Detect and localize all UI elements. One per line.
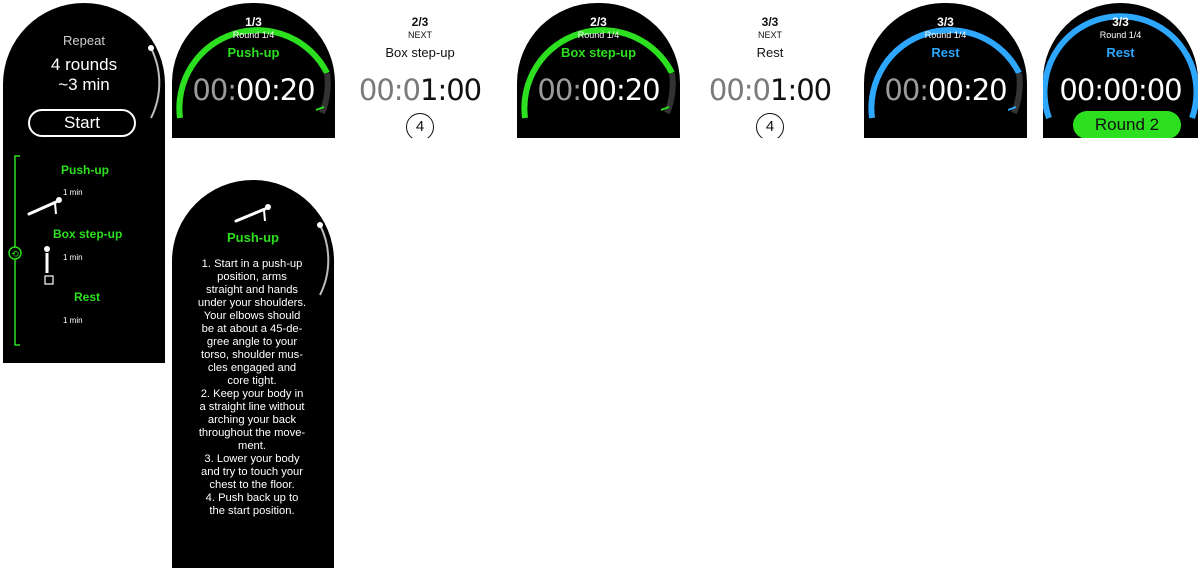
timer-bright: 1:00 [420, 73, 482, 107]
timer-dim: 00:0 [708, 73, 771, 107]
timer-dim: 00: [884, 73, 929, 107]
repeat-bracket: ⟲ [8, 155, 22, 346]
list-item-pushup-duration: 1 min [63, 188, 83, 197]
list-item-rest-label[interactable]: Rest [74, 290, 100, 304]
workout-screen-round-complete: 3/3 Round 1/4 Rest 00:00:00 Round 2 [1043, 3, 1198, 138]
timer-bright: 00:20 [236, 73, 316, 107]
workout-screen-pushup: 1/3 Round 1/4 Push-up 00:00:20 [172, 3, 335, 138]
countdown-badge: 4 [756, 113, 784, 138]
step-counter: 3/3 [937, 15, 954, 29]
round-label: Round 1/4 [232, 30, 275, 40]
timer: 00:00:20 [864, 73, 1027, 107]
timer-bright: 00:20 [928, 73, 1008, 107]
instructions-screen: Push-up 1. Start in a push-up position, … [172, 180, 334, 568]
next-screen-boxstepup: 2/3 NEXT Box step-up 00:01:00 4 [345, 3, 495, 138]
timer: 00:01:00 [345, 73, 495, 107]
timer: 00:01:00 [695, 73, 845, 107]
pushup-icon [27, 197, 62, 216]
exercise-name: Box step-up [560, 45, 637, 60]
step-counter: 3/3 [761, 15, 779, 29]
step-counter: 2/3 [590, 15, 607, 29]
list-item-pushup-label[interactable]: Push-up [61, 163, 109, 177]
countdown-badge: 4 [406, 113, 434, 138]
next-screen-rest: 3/3 NEXT Rest 00:01:00 4 [695, 3, 845, 138]
round-label: Round 1/4 [1099, 30, 1142, 40]
timer-dim: 00: [537, 73, 582, 107]
next-label: NEXT [757, 30, 782, 40]
exercise-name: Push-up [227, 45, 280, 60]
timer-dim: 00: [192, 73, 237, 107]
step-counter: 3/3 [1112, 15, 1129, 29]
instructions-text: 1. Start in a push-up position, arms str… [197, 258, 307, 517]
next-round-label: Round 2 [1094, 115, 1160, 134]
workout-screen-rest: 3/3 Round 1/4 Rest 00:00:20 [864, 3, 1027, 138]
pushup-icon [234, 204, 271, 223]
timer-dim: 00:0 [358, 73, 421, 107]
timer: 00:00:00 [1043, 73, 1198, 107]
workout-screen-boxstepup: 2/3 Round 1/4 Box step-up 00:00:20 [517, 3, 680, 138]
timer: 00:00:20 [172, 73, 335, 107]
svg-text:⟲: ⟲ [11, 250, 19, 260]
list-item-boxstepup-label[interactable]: Box step-up [53, 227, 122, 241]
timer-bright: 1:00 [770, 73, 832, 107]
list-item-boxstepup-duration: 1 min [63, 253, 83, 262]
list-item-rest-duration: 1 min [63, 316, 83, 325]
timer-bright: 00:00:00 [1059, 73, 1182, 107]
box-stepup-icon [44, 246, 54, 285]
repeat-screen: Repeat 4 rounds ~3 min Start ⟲ Push-up 1… [3, 3, 165, 363]
exercise-name: Box step-up [385, 45, 455, 60]
step-counter: 2/3 [411, 15, 429, 29]
timer-bright: 00:20 [581, 73, 661, 107]
instructions-title: Push-up [227, 230, 279, 245]
next-label: NEXT [407, 30, 432, 40]
next-round-button[interactable]: Round 2 [1073, 111, 1181, 138]
round-label: Round 1/4 [924, 30, 967, 40]
round-label: Round 1/4 [577, 30, 620, 40]
step-counter: 1/3 [245, 15, 262, 29]
exercise-name: Rest [931, 45, 960, 60]
exercise-name: Rest [756, 45, 784, 60]
timer: 00:00:20 [517, 73, 680, 107]
exercise-name: Rest [1106, 45, 1135, 60]
